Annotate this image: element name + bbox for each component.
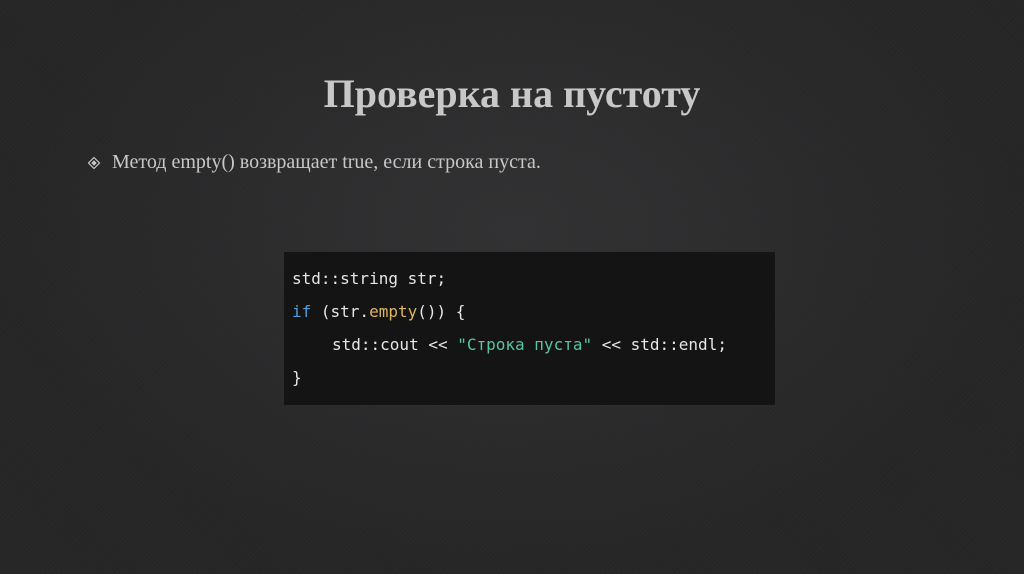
code-text: std::string str;: [292, 269, 447, 288]
code-text: (str.: [311, 302, 370, 321]
code-keyword: if: [292, 302, 312, 321]
diamond-bullet-icon: [86, 148, 106, 176]
code-line-4: }: [292, 361, 775, 394]
code-block: std::string str; if (str.empty()) { std:…: [284, 252, 775, 405]
code-function: empty: [369, 302, 418, 321]
code-line-3: std::cout << "Строка пуста" << std::endl…: [292, 328, 775, 361]
code-text: << std::endl;: [592, 335, 727, 354]
bullet-item: Метод empty() возвращает true, если стро…: [86, 148, 541, 176]
code-text: }: [292, 368, 302, 387]
code-line-1: std::string str;: [292, 262, 775, 295]
code-text: ()) {: [417, 302, 466, 321]
code-line-2: if (str.empty()) {: [292, 295, 775, 328]
slide-title: Проверка на пустоту: [323, 71, 701, 116]
bullet-text: Метод empty() возвращает true, если стро…: [112, 151, 541, 173]
code-string: "Строка пуста": [457, 335, 593, 354]
code-text: std::cout <<: [332, 335, 458, 354]
